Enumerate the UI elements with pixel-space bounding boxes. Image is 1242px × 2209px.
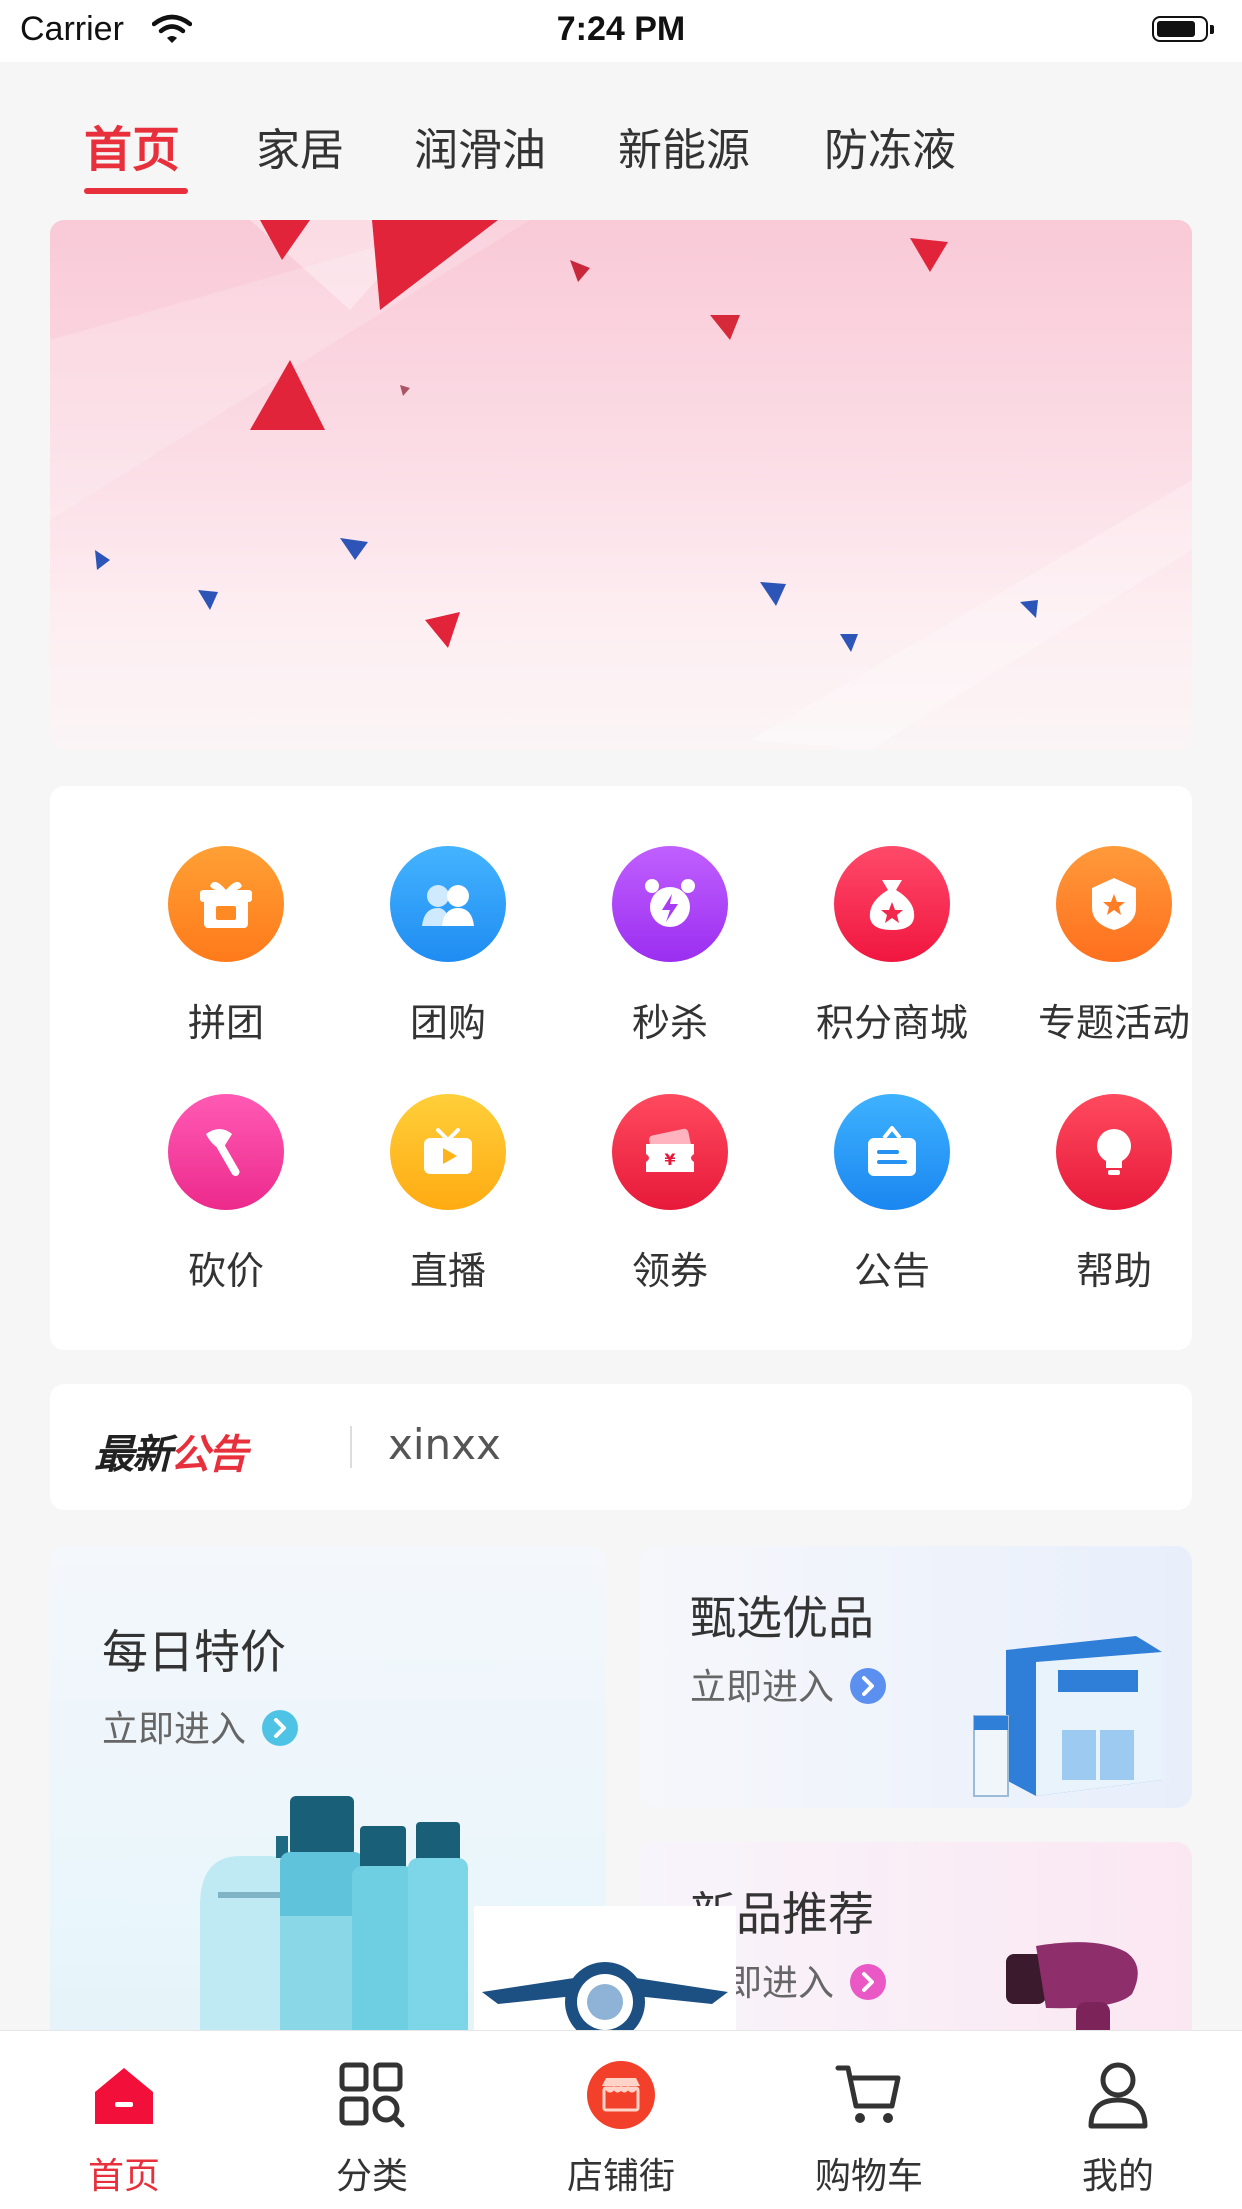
grid-item-coupons[interactable]: ¥ 领券 [559, 1094, 781, 1314]
coupon-icon: ¥ [612, 1094, 728, 1210]
grid-item-flash-sale[interactable]: 秒杀 [559, 846, 781, 1066]
grid-item-bargain[interactable]: 砍价 [115, 1094, 337, 1314]
announcement-bar[interactable]: 最新公告 xinxx [50, 1384, 1192, 1510]
notice-board-icon [834, 1094, 950, 1210]
badge-star-icon [1056, 846, 1172, 962]
promo-enter-label: 立即进入 [690, 1667, 835, 1708]
status-bar: Carrier 7:24 PM [0, 0, 1242, 62]
grid-item-special-topic[interactable]: 专题活动 [1003, 846, 1225, 1066]
grid-item-label: 直播 [409, 1249, 486, 1293]
active-tab-indicator [84, 188, 188, 194]
chevron-right-icon [850, 1668, 887, 1704]
nav-shop-street[interactable]: 店铺街 [521, 2059, 721, 2199]
shop-icon [521, 2059, 721, 2131]
user-icon [1018, 2059, 1218, 2131]
grid-item-group-buy-pintuan[interactable]: 拼团 [115, 846, 337, 1066]
category-tabs: 首页 家居 润滑油 新能源 防冻液 [0, 90, 1242, 200]
alarm-clock-icon [612, 846, 728, 962]
nav-home[interactable]: 首页 [24, 2059, 224, 2199]
nav-label: 店铺街 [566, 2156, 675, 2197]
grid-item-label: 专题活动 [1037, 1001, 1190, 1045]
tab-new-energy[interactable]: 新能源 [618, 114, 750, 178]
quick-entry-grid: 拼团 团购 秒杀 积分商城 专题活动 砍价 直播 ¥ 领券 公告 帮助 [50, 786, 1192, 1350]
grid-item-label: 公告 [853, 1249, 930, 1293]
nav-me[interactable]: 我的 [1018, 2059, 1218, 2199]
chevron-right-icon [850, 1964, 887, 2000]
divider [350, 1426, 352, 1468]
category-icon [272, 2059, 472, 2131]
gift-icon [168, 846, 284, 962]
cart-icon [769, 2059, 969, 2131]
promo-enter-link[interactable]: 立即进入 [690, 1658, 887, 1710]
home-icon [24, 2059, 224, 2131]
battery-icon [1152, 16, 1214, 42]
grid-item-label: 砍价 [187, 1249, 264, 1293]
grid-item-label: 团购 [409, 1001, 486, 1045]
nav-label: 购物车 [814, 2156, 923, 2197]
promo-title: 甄选优品 [690, 1591, 874, 1645]
grid-item-points-mall[interactable]: 积分商城 [781, 846, 1003, 1066]
group-icon [390, 846, 506, 962]
nav-label: 我的 [1081, 2156, 1154, 2197]
grid-item-label: 秒杀 [631, 1001, 708, 1045]
milk-box-image [973, 1636, 1162, 1797]
tv-play-icon [390, 1094, 506, 1210]
winged-wheel-logo-icon [482, 1962, 728, 2042]
announcement-text[interactable]: xinxx [388, 1420, 501, 1469]
promo-card-selected-quality[interactable]: 甄选优品 立即进入 [640, 1546, 1192, 1808]
promo-enter-link[interactable]: 立即进入 [102, 1700, 299, 1752]
grid-item-help[interactable]: 帮助 [1003, 1094, 1225, 1314]
nav-label: 首页 [87, 2156, 160, 2197]
clock-label: 7:24 PM [556, 10, 686, 48]
promo-title: 每日特价 [102, 1625, 286, 1679]
tab-home[interactable]: 首页 [84, 110, 180, 180]
bulb-icon [1056, 1094, 1172, 1210]
money-bag-icon [834, 846, 950, 962]
grid-item-label: 积分商城 [815, 1001, 968, 1045]
grid-item-label: 帮助 [1075, 1249, 1152, 1293]
nav-label: 分类 [335, 2156, 408, 2197]
banner-art [50, 220, 1192, 750]
nav-cart[interactable]: 购物车 [769, 2059, 969, 2199]
svg-text:¥: ¥ [664, 1150, 675, 1169]
grid-item-announcement[interactable]: 公告 [781, 1094, 1003, 1314]
chevron-right-icon [262, 1710, 299, 1746]
floating-brand-logo[interactable] [474, 1906, 736, 2042]
axe-icon [168, 1094, 284, 1210]
promo-banner[interactable] [50, 220, 1192, 750]
announcement-title-part1: 最新 [94, 1432, 172, 1478]
promo-enter-label: 立即进入 [102, 1709, 247, 1750]
bottom-tab-bar: 首页 分类 店铺街 购物车 我的 [0, 2030, 1242, 2209]
tab-lubricant[interactable]: 润滑油 [414, 114, 546, 178]
grid-item-label: 领券 [631, 1249, 708, 1293]
grid-item-live[interactable]: 直播 [337, 1094, 559, 1314]
nav-category[interactable]: 分类 [272, 2059, 472, 2199]
tab-home-furnishing[interactable]: 家居 [256, 114, 344, 178]
announcement-title-part2: 公告 [170, 1432, 248, 1478]
announcement-title: 最新公告 [94, 1422, 248, 1480]
tab-antifreeze[interactable]: 防冻液 [824, 114, 956, 178]
grid-item-group-purchase[interactable]: 团购 [337, 846, 559, 1066]
grid-item-label: 拼团 [187, 1001, 264, 1045]
